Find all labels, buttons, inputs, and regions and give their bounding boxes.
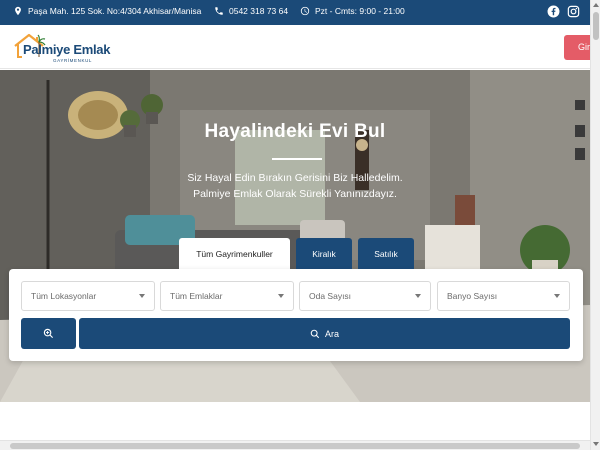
room-count-select-value: Oda Sayısı bbox=[309, 291, 352, 301]
facebook-icon bbox=[547, 5, 560, 18]
bathroom-count-select-value: Banyo Sayısı bbox=[447, 291, 498, 301]
logo[interactable]: Palmiye Emlak GAYRİMENKUL bbox=[13, 33, 113, 63]
chevron-down-icon bbox=[554, 294, 560, 298]
address-text: Paşa Mah. 125 Sok. No:4/304 Akhisar/Mani… bbox=[28, 6, 202, 16]
scroll-down-icon[interactable] bbox=[593, 442, 599, 446]
hero-subtitle-line2: Palmiye Emlak Olarak Sürekli Yanınızdayı… bbox=[193, 188, 397, 200]
advanced-search-button[interactable] bbox=[21, 318, 76, 349]
zoom-in-icon bbox=[43, 328, 54, 339]
instagram-link[interactable] bbox=[567, 5, 580, 18]
search-panel: Tüm Lokasyonlar Tüm Emlaklar Oda Sayısı … bbox=[9, 269, 583, 361]
instagram-icon bbox=[567, 5, 580, 18]
search-icon bbox=[310, 329, 320, 338]
clock-icon bbox=[300, 6, 310, 16]
hero-divider bbox=[272, 158, 322, 160]
bathroom-count-select[interactable]: Banyo Sayısı bbox=[437, 281, 570, 311]
chevron-down-icon bbox=[139, 294, 145, 298]
horizontal-scrollbar[interactable] bbox=[0, 440, 590, 450]
vertical-scroll-thumb[interactable] bbox=[593, 12, 599, 40]
tab-rent[interactable]: Kiralık bbox=[296, 238, 352, 269]
search-button[interactable]: Ara bbox=[79, 318, 570, 349]
hero-subtitle-line1: Siz Hayal Edin Bırakın Gerisini Biz Hall… bbox=[187, 172, 403, 184]
horizontal-scroll-thumb[interactable] bbox=[10, 443, 580, 449]
phone-info[interactable]: 0542 318 73 64 bbox=[214, 6, 288, 16]
chevron-down-icon bbox=[415, 294, 421, 298]
scroll-up-icon[interactable] bbox=[593, 3, 599, 7]
top-bar: Paşa Mah. 125 Sok. No:4/304 Akhisar/Mani… bbox=[0, 0, 590, 25]
chevron-down-icon bbox=[278, 294, 284, 298]
facebook-link[interactable] bbox=[547, 5, 560, 18]
hours-text: Pzt - Cmts: 9:00 - 21:00 bbox=[315, 6, 405, 16]
phone-text: 0542 318 73 64 bbox=[229, 6, 289, 16]
tab-sale[interactable]: Satılık bbox=[358, 238, 414, 269]
room-count-select[interactable]: Oda Sayısı bbox=[299, 281, 431, 311]
tab-all-properties[interactable]: Tüm Gayrimenkuller bbox=[179, 238, 290, 269]
vertical-scrollbar[interactable] bbox=[590, 0, 600, 450]
logo-subtitle: GAYRİMENKUL bbox=[53, 58, 93, 63]
location-select[interactable]: Tüm Lokasyonlar bbox=[21, 281, 155, 311]
property-type-select[interactable]: Tüm Emlaklar bbox=[160, 281, 294, 311]
hero-title: Hayalindeki Evi Bul bbox=[204, 121, 386, 142]
property-type-select-value: Tüm Emlaklar bbox=[170, 291, 223, 301]
phone-icon bbox=[215, 7, 223, 15]
location-select-value: Tüm Lokasyonlar bbox=[31, 291, 97, 301]
map-pin-icon bbox=[15, 6, 21, 16]
site-header: Palmiye Emlak GAYRİMENKUL Giriş bbox=[0, 25, 600, 69]
hours-info: Pzt - Cmts: 9:00 - 21:00 bbox=[300, 6, 405, 16]
page: Paşa Mah. 125 Sok. No:4/304 Akhisar/Mani… bbox=[0, 0, 600, 450]
address-info: Paşa Mah. 125 Sok. No:4/304 Akhisar/Mani… bbox=[13, 6, 201, 16]
search-button-label: Ara bbox=[324, 328, 339, 339]
logo-title: Palmiye Emlak bbox=[23, 42, 111, 57]
